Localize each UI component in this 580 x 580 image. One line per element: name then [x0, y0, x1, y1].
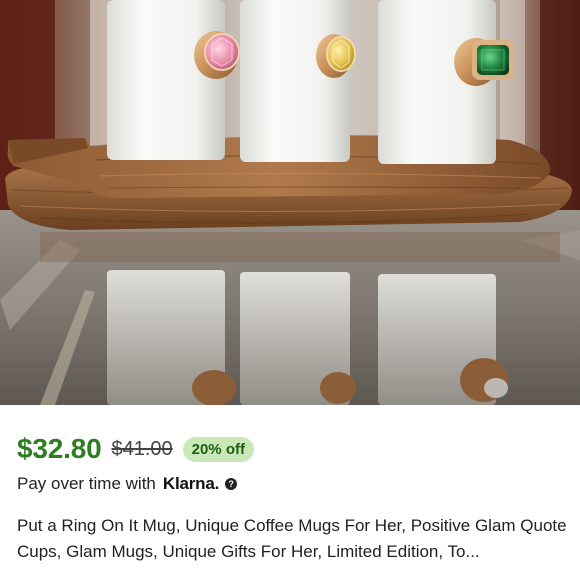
product-info-panel: $32.80 $41.00 20% off Pay over time with… [0, 405, 580, 580]
question-circle-icon[interactable]: ? [225, 478, 238, 490]
pay-over-time-text: Pay over time with [17, 474, 156, 493]
klarna-logo: Klarna. [162, 474, 220, 493]
product-title[interactable]: Put a Ring On It Mug, Unique Coffee Mugs… [17, 513, 569, 565]
product-image[interactable] [0, 0, 580, 405]
klarna-row[interactable]: Pay over time with Klarna. ? [17, 469, 238, 499]
original-price: $41.00 [111, 437, 173, 460]
discount-badge: 20% off [182, 436, 254, 462]
sale-price: $32.80 [17, 433, 102, 464]
price-row: $32.80 $41.00 20% off [17, 429, 254, 469]
